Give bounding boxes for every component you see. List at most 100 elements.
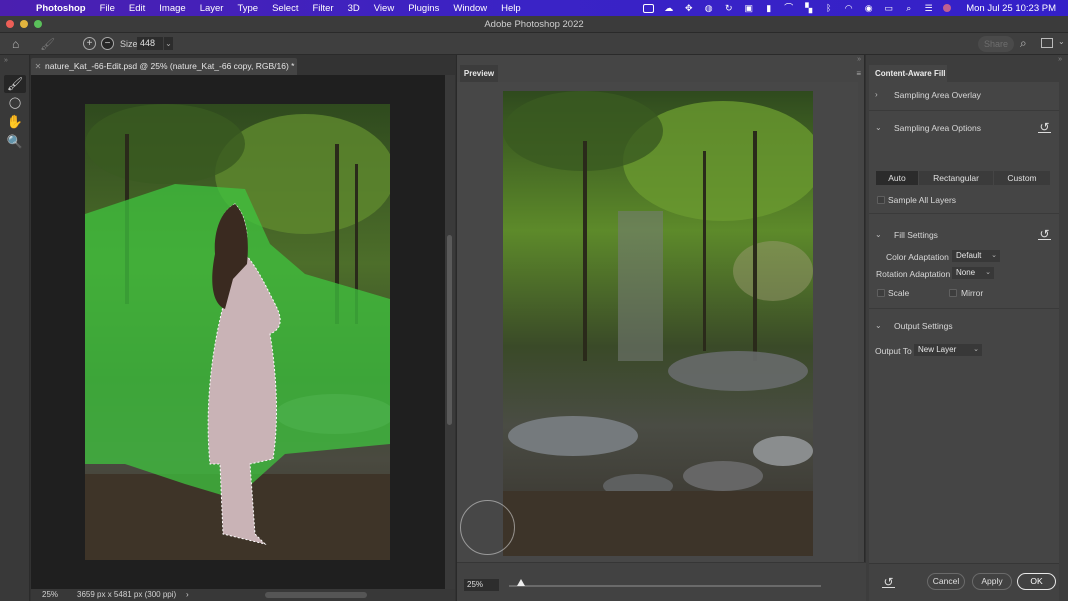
scale-checkbox[interactable] (877, 289, 885, 297)
apply-button[interactable]: Apply (972, 573, 1012, 590)
panel-menu-icon[interactable]: ≡ (856, 69, 861, 78)
reset-sampling-options-icon[interactable]: ↺ (1038, 121, 1051, 133)
section-title[interactable]: Sampling Area Options (894, 123, 981, 133)
preview-canvas[interactable] (457, 82, 858, 562)
horizontal-scroll-thumb[interactable] (265, 592, 367, 598)
menu-3d[interactable]: 3D (348, 3, 360, 14)
forest-photo-image (85, 104, 390, 560)
reset-fill-settings-icon[interactable]: ↺ (1038, 228, 1051, 240)
mirror-checkbox[interactable] (949, 289, 957, 297)
spotlight-icon[interactable]: ⌕ (903, 3, 914, 13)
share-button[interactable]: Share (978, 36, 1014, 52)
section-title[interactable]: Fill Settings (894, 230, 938, 240)
lasso-tool[interactable]: ◯ (4, 94, 26, 112)
sampling-brush-tool[interactable]: 🖌 (4, 75, 26, 93)
photo-with-sampling-overlay[interactable] (85, 104, 390, 560)
search-icon[interactable]: ⌕ (1020, 36, 1027, 51)
section-title[interactable]: Output Settings (894, 321, 953, 331)
menu-help[interactable]: Help (501, 3, 521, 14)
control-center-icon[interactable]: ☰ (923, 3, 934, 13)
zoom-tool[interactable]: 🔍 (4, 133, 26, 151)
creative-cloud-icon[interactable]: ☁ (663, 3, 674, 13)
menu-edit[interactable]: Edit (129, 3, 145, 14)
document-dimensions: 3659 px x 5481 px (300 ppi) (77, 590, 177, 599)
brush-size-input[interactable]: 448 (137, 37, 163, 50)
sampling-mode-auto[interactable]: Auto (876, 171, 918, 185)
scale-label[interactable]: Scale (888, 288, 909, 298)
menu-type[interactable]: Type (237, 3, 258, 14)
chevron-right-icon[interactable]: › (875, 90, 878, 99)
sample-all-layers-checkbox[interactable] (877, 196, 885, 204)
vertical-scroll-thumb[interactable] (447, 235, 452, 425)
preview-tab[interactable]: Preview (460, 65, 498, 82)
document-tab-title: nature_Kat_-66-Edit.psd @ 25% (nature_Ka… (45, 61, 295, 71)
tool-preset-picker-icon[interactable]: 🖌 (40, 37, 55, 51)
user-icon[interactable]: ◉ (863, 3, 874, 13)
preview-zoom-input[interactable]: 25% (464, 579, 499, 591)
close-document-icon[interactable]: ✕ (31, 58, 45, 75)
vertical-scrollbar[interactable] (445, 75, 455, 589)
document-zoom-level[interactable]: 25% (42, 589, 58, 601)
menu-layer[interactable]: Layer (200, 3, 224, 14)
document-canvas[interactable] (31, 75, 445, 589)
status-info-chevron-icon[interactable]: › (186, 589, 189, 601)
subtract-from-sampling-area-button[interactable]: − (101, 37, 114, 50)
chevron-down-icon[interactable]: ⌄ (875, 321, 882, 330)
rotation-adaptation-dropdown[interactable]: None ⌄ (952, 267, 994, 279)
workspace-chevron-icon[interactable]: ⌄ (1058, 37, 1065, 46)
section-title[interactable]: Sampling Area Overlay (894, 90, 981, 100)
cancel-button[interactable]: Cancel (927, 573, 965, 590)
menu-window[interactable]: Window (453, 3, 487, 14)
menu-plugins[interactable]: Plugins (408, 3, 439, 14)
menu-image[interactable]: Image (159, 3, 185, 14)
chevron-down-icon[interactable]: ⌄ (875, 230, 882, 239)
ok-button[interactable]: OK (1017, 573, 1056, 590)
dropbox-icon[interactable]: ✥ (683, 3, 694, 13)
preview-zoom-slider-thumb[interactable] (517, 579, 526, 586)
sync-icon[interactable]: ↻ (723, 3, 734, 13)
hand-tool[interactable]: ✋ (4, 113, 26, 131)
collapse-panel-icon[interactable]: » (1058, 56, 1062, 63)
output-to-dropdown[interactable]: New Layer ⌄ (914, 344, 982, 356)
collapse-panel-icon[interactable]: » (4, 57, 8, 64)
screen-record-icon[interactable] (643, 3, 655, 13)
document-window: ✕ nature_Kat_-66-Edit.psd @ 25% (nature_K… (31, 55, 455, 601)
chevron-down-icon: ⌄ (991, 252, 997, 259)
menu-filter[interactable]: Filter (312, 3, 333, 14)
color-adaptation-value: Default (956, 251, 982, 260)
chevron-down-icon[interactable]: ⌄ (875, 123, 882, 132)
reset-all-icon[interactable]: ↺ (882, 576, 895, 588)
arc-icon[interactable]: ⌒ (783, 3, 794, 13)
menu-file[interactable]: File (100, 3, 115, 14)
document-status-bar: 25% 3659 px x 5481 px (300 ppi) › (31, 589, 455, 601)
menu-view[interactable]: View (374, 3, 394, 14)
bluetooth-icon[interactable]: ᛒ (823, 3, 834, 13)
window-title-bar: Adobe Photoshop 2022 (0, 16, 1068, 33)
battery-icon[interactable]: ▭ (883, 3, 894, 13)
workspace-switcher-icon[interactable] (1041, 38, 1053, 48)
globe-icon[interactable]: ◍ (703, 3, 714, 13)
sampling-mode-rectangular[interactable]: Rectangular (919, 171, 993, 185)
siri-icon[interactable] (943, 4, 952, 12)
home-icon[interactable]: ⌂ (12, 37, 19, 51)
rotation-adaptation-label: Rotation Adaptation (876, 269, 951, 279)
menu-bar-clock[interactable]: Mon Jul 25 10:23 PM (966, 3, 1056, 14)
bookmark-icon[interactable]: ▮ (763, 3, 774, 13)
add-to-sampling-area-button[interactable]: + (83, 37, 96, 50)
preview-zoom-slider[interactable] (509, 585, 821, 587)
menu-select[interactable]: Select (272, 3, 298, 14)
chevron-down-icon: ⌄ (985, 269, 991, 276)
sampling-mode-custom[interactable]: Custom (994, 171, 1050, 185)
wifi-icon[interactable]: ◠ (843, 3, 854, 13)
grid-icon[interactable]: ▚ (803, 3, 814, 13)
content-aware-fill-tab[interactable]: Content-Aware Fill (869, 65, 947, 82)
collapse-panel-icon[interactable]: » (857, 56, 861, 63)
mirror-label[interactable]: Mirror (961, 288, 983, 298)
color-adaptation-dropdown[interactable]: Default ⌄ (952, 250, 1000, 262)
sample-all-layers-label[interactable]: Sample All Layers (888, 195, 956, 205)
cast-icon[interactable]: ▣ (743, 3, 754, 13)
output-to-value: New Layer (918, 345, 957, 354)
menu-app-name[interactable]: Photoshop (36, 3, 86, 14)
brush-size-dropdown[interactable]: ⌄ (164, 37, 173, 50)
document-tab[interactable]: ✕ nature_Kat_-66-Edit.psd @ 25% (nature_K… (31, 58, 297, 75)
